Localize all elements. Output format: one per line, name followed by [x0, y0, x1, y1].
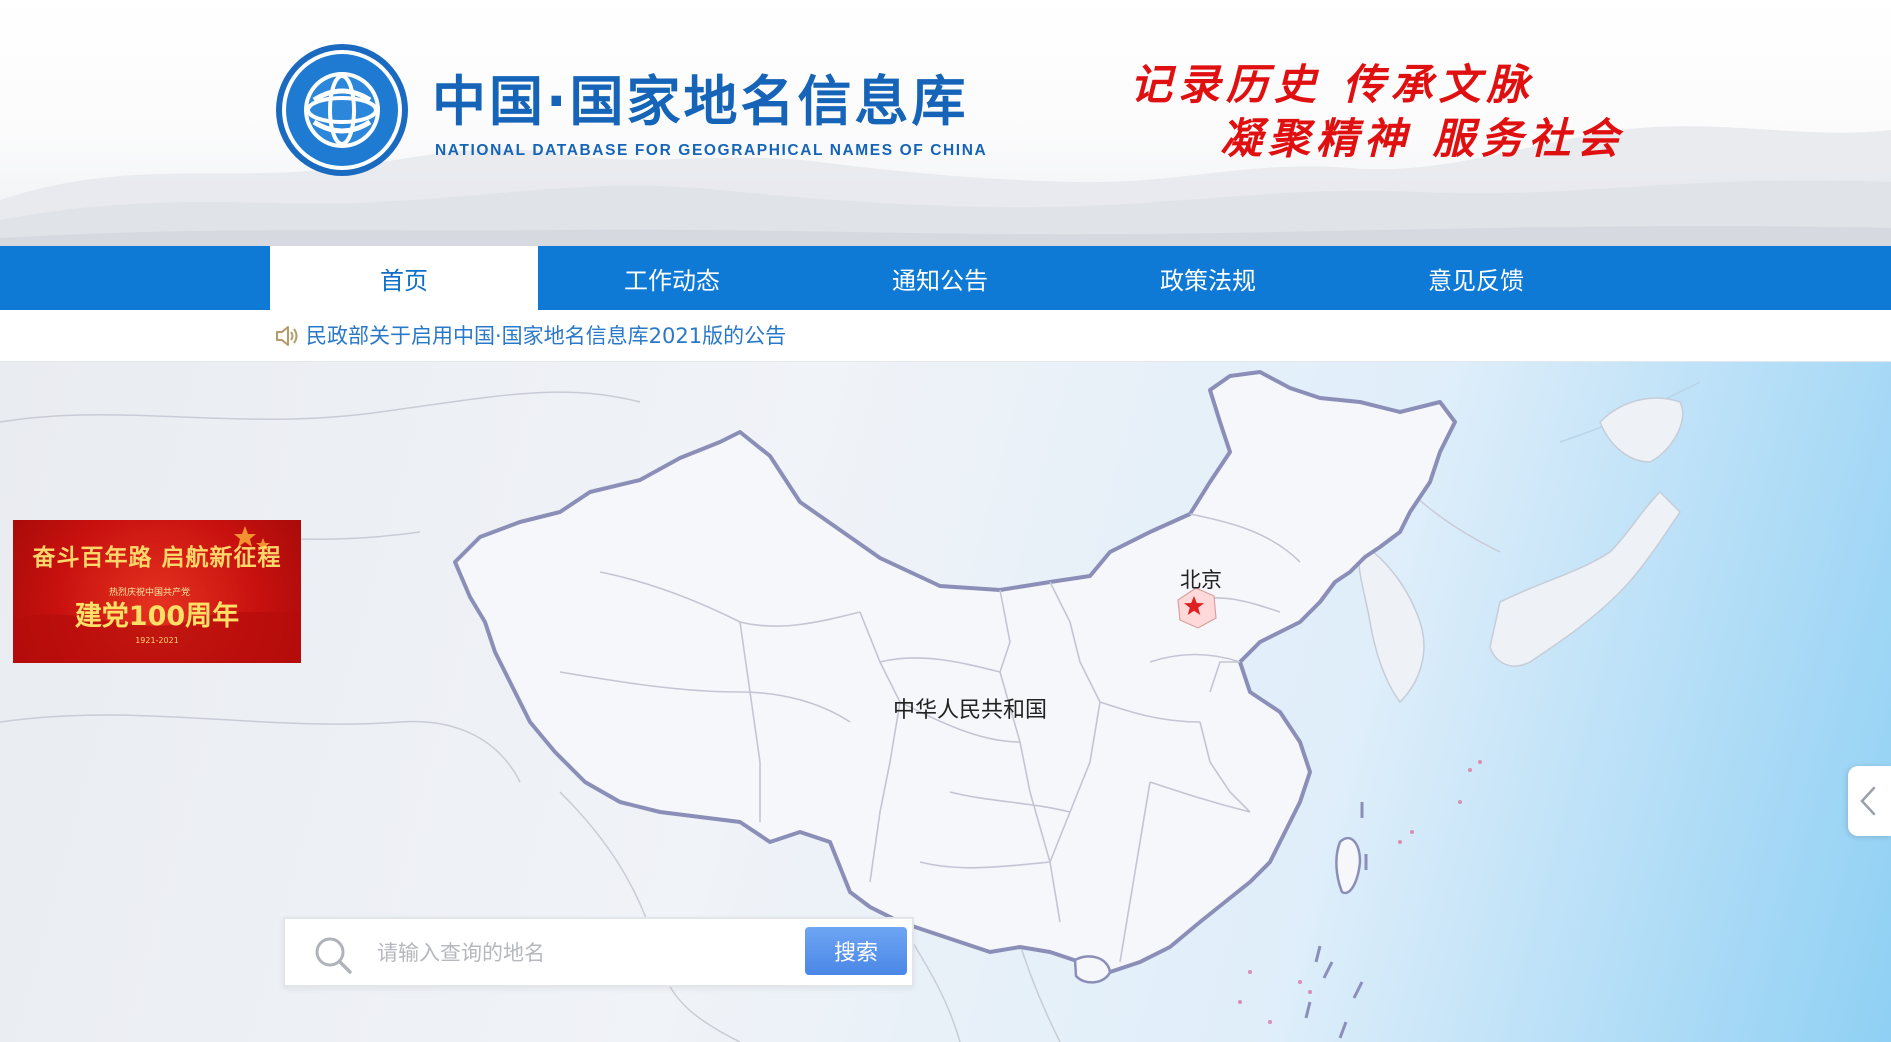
party-centenary-banner[interactable]: 奋斗百年路 启航新征程 热烈庆祝中国共产党 建党100周年 1921-2021 — [13, 520, 301, 663]
nav-item-home[interactable]: 首页 — [270, 246, 538, 310]
notice-bar: 民政部关于启用中国·国家地名信息库2021版的公告 — [0, 310, 1891, 362]
slogan-line-2: 凝聚精神 服务社会 — [1220, 114, 1625, 163]
nav-item-work-news[interactable]: 工作动态 — [538, 246, 806, 310]
banner-years: 1921-2021 — [135, 636, 179, 645]
nav-item-feedback[interactable]: 意见反馈 — [1342, 246, 1610, 310]
banner-main-text: 建党100周年 — [74, 601, 240, 632]
search-icon — [315, 937, 352, 974]
main-nav: 首页 工作动态 通知公告 政策法规 意见反馈 — [0, 246, 1891, 310]
star-icon — [1184, 596, 1204, 615]
chevron-left-icon — [1860, 786, 1876, 816]
notice-link[interactable]: 民政部关于启用中国·国家地名信息库2021版的公告 — [306, 323, 786, 349]
site-title: 中国·国家地名信息库 — [432, 70, 969, 133]
nav-item-policies[interactable]: 政策法规 — [1074, 246, 1342, 310]
site-subtitle: NATIONAL DATABASE FOR GEOGRAPHICAL NAMES… — [435, 142, 988, 159]
nav-item-notices[interactable]: 通知公告 — [806, 246, 1074, 310]
banner-caption: 热烈庆祝中国共产党 — [109, 588, 191, 598]
country-label: 中华人民共和国 — [893, 698, 1048, 723]
nav-list: 首页 工作动态 通知公告 政策法规 意见反馈 — [270, 246, 1610, 310]
search-box: 搜索 — [283, 917, 914, 987]
slogan-line-1: 记录历史 传承文脉 — [1130, 60, 1535, 109]
site-header: 中国·国家地名信息库 NATIONAL DATABASE FOR GEOGRAP… — [0, 0, 1891, 246]
search-button[interactable]: 搜索 — [805, 927, 907, 975]
banner-headline: 奋斗百年路 启航新征程 — [32, 544, 282, 571]
search-input[interactable] — [375, 931, 875, 975]
side-panel-toggle[interactable] — [1848, 766, 1891, 836]
globe-emblem-icon — [276, 44, 408, 176]
speaker-icon — [276, 326, 298, 346]
capital-label: 北京 — [1180, 568, 1222, 592]
